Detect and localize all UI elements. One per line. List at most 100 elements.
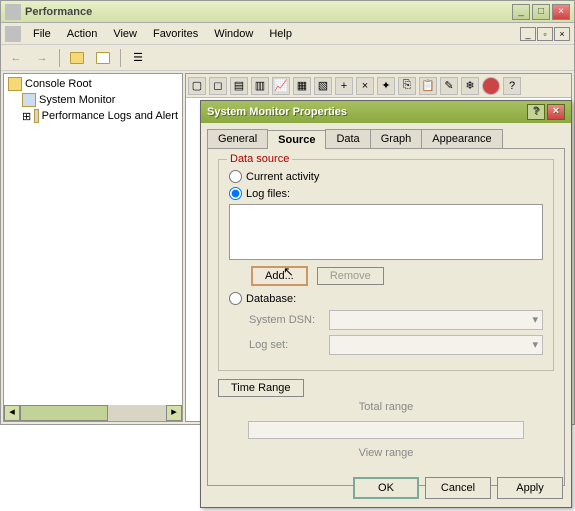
apply-button[interactable]: Apply [497,477,563,499]
tab-source[interactable]: Source [267,130,326,149]
tab-graph[interactable]: Graph [370,129,423,148]
menu-view[interactable]: View [105,26,145,42]
window-controls: _ □ × [512,4,570,20]
menu-favorites[interactable]: Favorites [145,26,206,42]
menubar: File Action View Favorites Window Help _… [1,23,574,45]
range-area: Total range View range [218,401,554,459]
mdi-minimize-button[interactable]: _ [520,27,536,41]
group-legend: Data source [227,153,292,165]
range-slider[interactable] [248,421,524,439]
update-button[interactable] [482,77,500,95]
system-dsn-row: System DSN: [249,310,543,330]
view-current-button[interactable]: ▤ [230,77,248,95]
close-button[interactable]: × [552,4,570,20]
dialog-tabs: General Source Data Graph Appearance [207,129,565,148]
forward-button[interactable]: → [33,49,51,67]
monitor-toolbar: ▢ ◻ ▤ ▥ 📈 ▦ ▧ ✦ ⎘ 📋 ✎ ❄ ? [186,74,571,98]
add-counter-button[interactable] [335,77,353,95]
radio-current-activity[interactable]: Current activity [229,170,543,183]
props-button[interactable]: ✎ [440,77,458,95]
scroll-right-button[interactable]: ▸ [166,405,182,421]
radio-label: Log files: [246,188,290,200]
main-toolbar: ← → ☰ [1,45,574,71]
dialog-close-button[interactable]: × [547,104,565,120]
freeze-button[interactable]: ❄ [461,77,479,95]
data-source-group: Data source Current activity Log files: … [218,159,554,371]
log-set-combo[interactable] [329,335,543,355]
chart-button[interactable]: 📈 [272,77,290,95]
radio-label: Current activity [246,171,319,183]
ok-button[interactable]: OK [353,477,419,499]
total-range-label: Total range [218,401,554,413]
tree-scrollbar: ◂ ▸ [4,405,182,421]
copy-button[interactable]: ⎘ [398,77,416,95]
tree-label: Performance Logs and Alert [42,110,178,122]
back-button[interactable]: ← [7,49,25,67]
tab-general[interactable]: General [207,129,268,148]
scroll-track[interactable] [20,405,166,421]
radio-database[interactable]: Database: [229,292,543,305]
radio-logfiles-input[interactable] [229,187,242,200]
radio-current-input[interactable] [229,170,242,183]
time-range-button[interactable]: Time Range [218,379,304,397]
mdi-controls: _ ▫ × [520,27,570,41]
minimize-button[interactable]: _ [512,4,530,20]
monitor-icon [22,93,36,107]
dialog-help-button[interactable]: ? [527,104,545,120]
report-button[interactable]: ▧ [314,77,332,95]
tree-label: Console Root [25,78,92,90]
titlebar: Performance _ □ × [1,1,574,23]
toolbar-separator [59,49,60,67]
logfiles-listbox[interactable] [229,204,543,260]
radio-log-files[interactable]: Log files: [229,187,543,200]
tab-appearance[interactable]: Appearance [421,129,502,148]
up-folder-button[interactable] [68,49,86,67]
radio-database-input[interactable] [229,292,242,305]
logs-icon [34,109,38,123]
dialog-titlebar: System Monitor Properties ? × [201,101,571,123]
tree-pane: Console Root System Monitor ⊞ Performanc… [3,73,183,422]
tree-item-perf-logs[interactable]: ⊞ Performance Logs and Alert [6,108,180,124]
show-hide-tree-button[interactable] [94,49,112,67]
remove-button[interactable]: Remove [317,267,384,285]
maximize-button[interactable]: □ [532,4,550,20]
mdi-close-button[interactable]: × [554,27,570,41]
app-icon [5,4,21,20]
scroll-left-button[interactable]: ◂ [4,405,20,421]
tree-item-system-monitor[interactable]: System Monitor [6,92,180,108]
system-dsn-combo[interactable] [329,310,543,330]
mdi-restore-button[interactable]: ▫ [537,27,553,41]
tab-panel-source: Data source Current activity Log files: … [207,148,565,486]
menubar-icon [5,26,21,42]
view-range-label: View range [218,447,554,459]
view-log-button[interactable]: ▥ [251,77,269,95]
radio-label: Database: [246,293,296,305]
tab-data[interactable]: Data [325,129,370,148]
clear-display-button[interactable]: ◻ [209,77,227,95]
add-button[interactable]: Add... [251,266,308,286]
tree-root[interactable]: Console Root [6,76,180,92]
folder-icon [8,77,22,91]
dialog-title: System Monitor Properties [207,106,525,118]
tree-label: System Monitor [39,94,115,106]
dialog-buttons: OK Cancel Apply [353,477,563,499]
delete-counter-button[interactable] [356,77,374,95]
menu-action[interactable]: Action [59,26,106,42]
histogram-button[interactable]: ▦ [293,77,311,95]
system-dsn-label: System DSN: [249,314,329,326]
new-counter-set-button[interactable]: ▢ [188,77,206,95]
log-set-row: Log set: [249,335,543,355]
menu-window[interactable]: Window [206,26,261,42]
toolbar-separator [120,49,121,67]
window-title: Performance [25,6,512,18]
properties-button[interactable]: ☰ [129,49,147,67]
menu-help[interactable]: Help [261,26,300,42]
expand-icon[interactable]: ⊞ [22,110,31,123]
cancel-button[interactable]: Cancel [425,477,491,499]
highlight-button[interactable]: ✦ [377,77,395,95]
scroll-thumb[interactable] [20,405,108,421]
properties-dialog: System Monitor Properties ? × General So… [200,100,572,508]
paste-button[interactable]: 📋 [419,77,437,95]
menu-file[interactable]: File [25,26,59,42]
help-button[interactable]: ? [503,77,521,95]
